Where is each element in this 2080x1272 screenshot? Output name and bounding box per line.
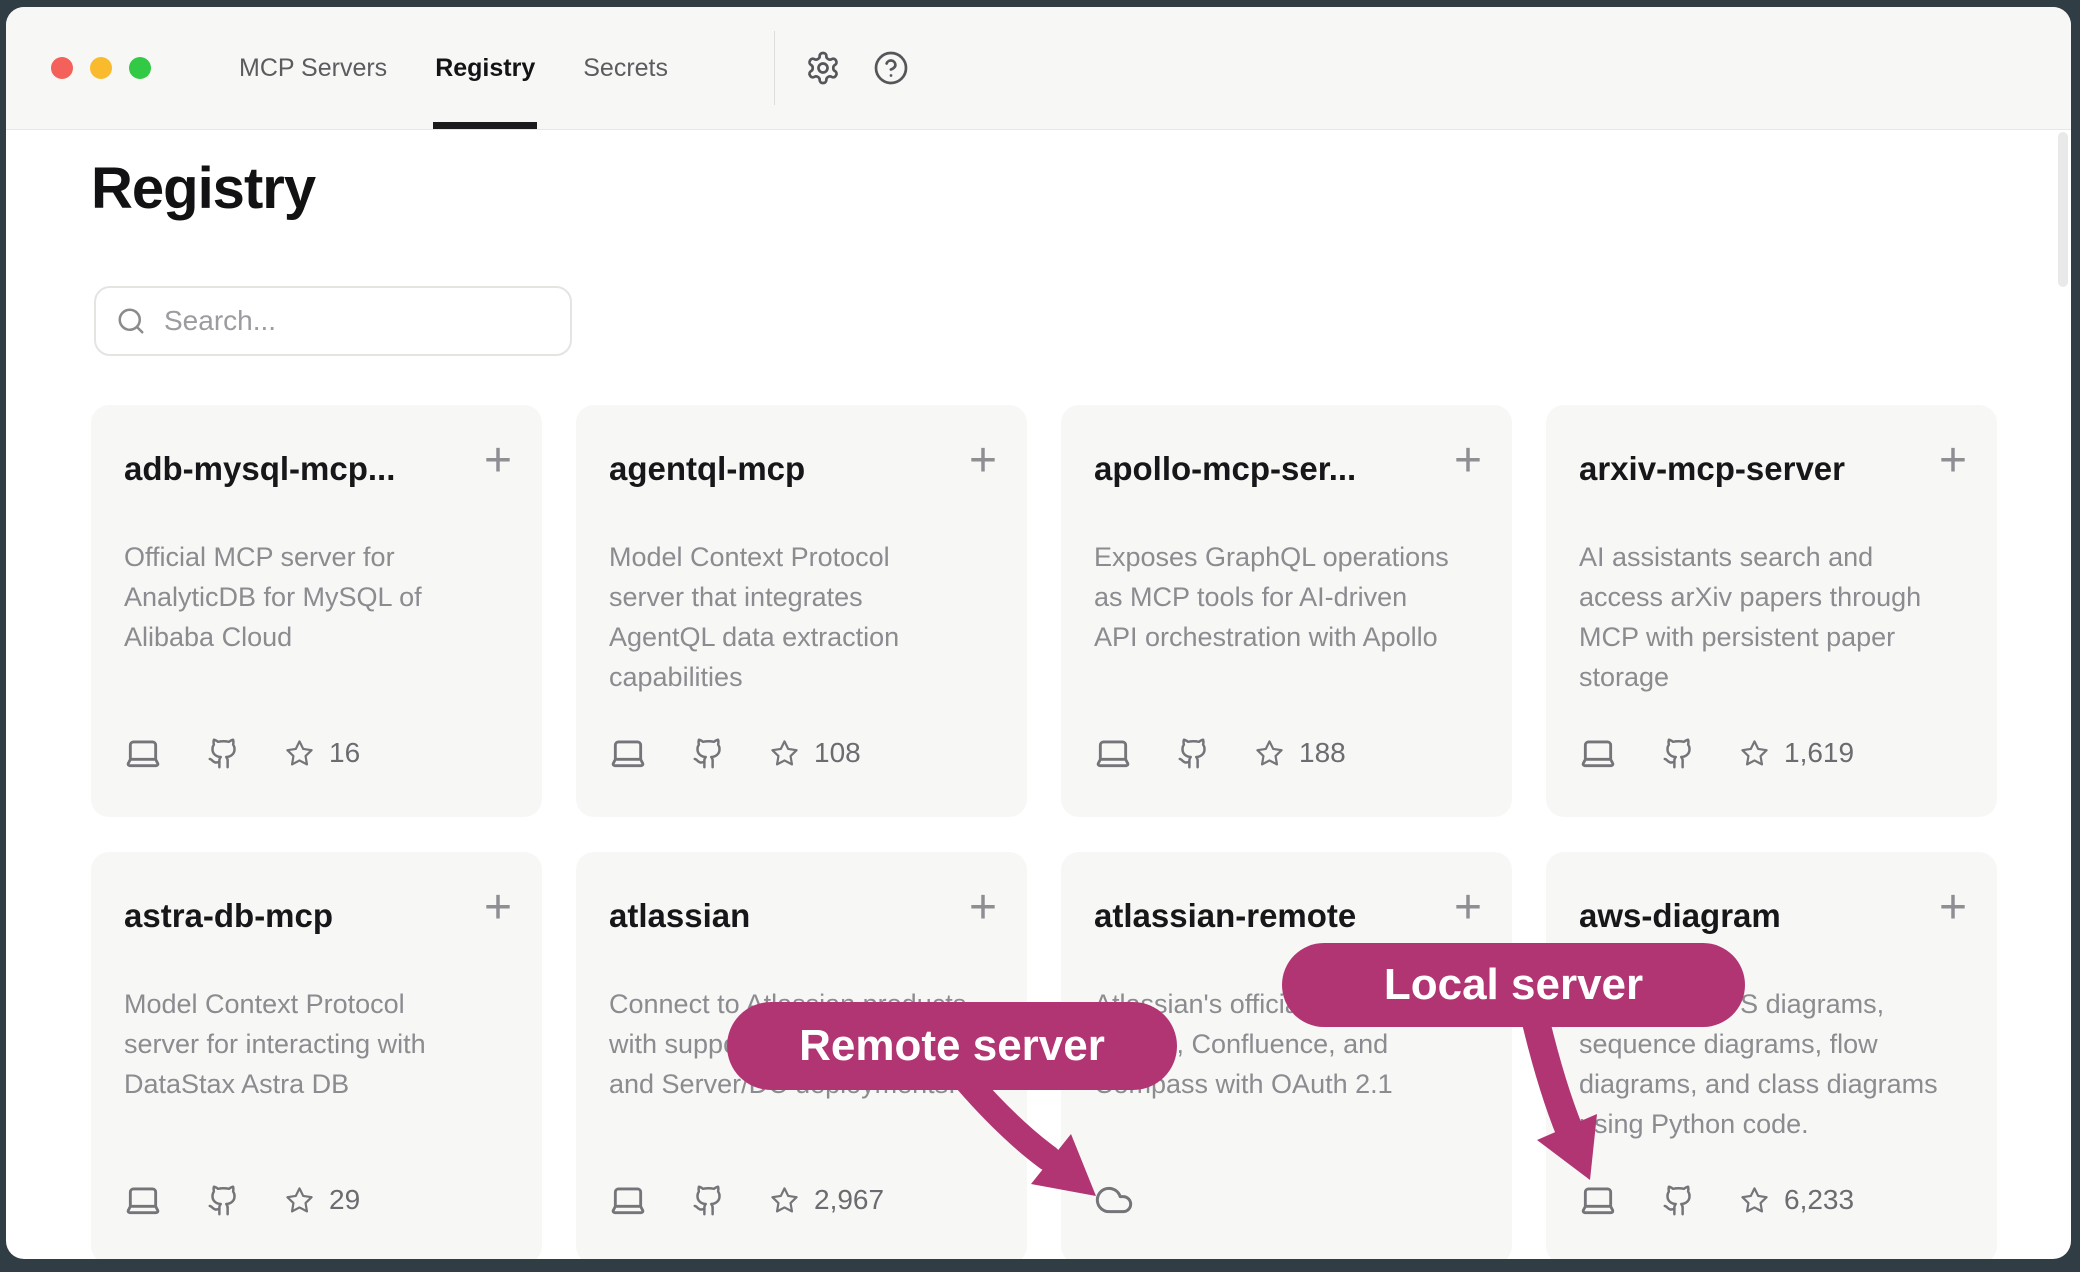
- star-count: 2,967: [814, 1184, 884, 1216]
- cloud-icon: [1094, 1180, 1134, 1220]
- server-card-apollo-mcp-server[interactable]: apollo-mcp-ser... + Exposes GraphQL oper…: [1061, 405, 1512, 817]
- star-icon: [1695, 1186, 1769, 1215]
- server-name: astra-db-mcp: [124, 897, 464, 935]
- server-card-astra-db-mcp[interactable]: astra-db-mcp + Model Context Protocol se…: [91, 852, 542, 1259]
- card-footer: 1,619: [1579, 733, 1854, 773]
- star-icon: [240, 1186, 314, 1215]
- main-tabs: MCP Servers Registry Secrets: [239, 7, 668, 129]
- add-server-button[interactable]: +: [484, 884, 512, 932]
- star-count: 188: [1299, 737, 1346, 769]
- server-name: atlassian: [609, 897, 949, 935]
- server-description: AI assistants search and access arXiv pa…: [1579, 537, 1941, 697]
- remote-server-callout: Remote server: [727, 1002, 1177, 1090]
- server-name: adb-mysql-mcp...: [124, 450, 464, 488]
- card-footer: 6,233: [1579, 1180, 1854, 1220]
- tab-mcp-servers[interactable]: MCP Servers: [239, 7, 387, 129]
- titlebar: MCP Servers Registry Secrets: [6, 7, 2071, 130]
- search-box: [94, 286, 572, 356]
- add-server-button[interactable]: +: [1939, 884, 1967, 932]
- titlebar-divider: [774, 31, 775, 105]
- add-server-button[interactable]: +: [1454, 437, 1482, 485]
- search-input[interactable]: [162, 304, 536, 338]
- server-card-adb-mysql-mcp[interactable]: adb-mysql-mcp... + Official MCP server f…: [91, 405, 542, 817]
- server-description: Model Context Protocol server for intera…: [124, 984, 486, 1104]
- add-server-button[interactable]: +: [484, 437, 512, 485]
- star-icon: [1210, 739, 1284, 768]
- page-title: Registry: [91, 155, 315, 222]
- tab-secrets[interactable]: Secrets: [583, 7, 668, 129]
- server-description: Exposes GraphQL operations as MCP tools …: [1094, 537, 1456, 657]
- github-icon: [162, 737, 240, 770]
- github-icon: [162, 1184, 240, 1217]
- card-footer: 2,967: [609, 1180, 884, 1220]
- star-icon: [1695, 739, 1769, 768]
- github-icon: [1617, 737, 1695, 770]
- card-footer: 16: [124, 733, 360, 773]
- star-count: 16: [329, 737, 360, 769]
- server-card-agentql-mcp[interactable]: agentql-mcp + Model Context Protocol ser…: [576, 405, 1027, 817]
- traffic-lights: [51, 57, 151, 79]
- server-name: arxiv-mcp-server: [1579, 450, 1919, 488]
- card-footer: [1094, 1180, 1134, 1220]
- add-server-button[interactable]: +: [1939, 437, 1967, 485]
- star-icon: [725, 1186, 799, 1215]
- server-card-arxiv-mcp-server[interactable]: arxiv-mcp-server + AI assistants search …: [1546, 405, 1997, 817]
- server-name: agentql-mcp: [609, 450, 949, 488]
- registry-grid: adb-mysql-mcp... + Official MCP server f…: [91, 405, 1997, 1259]
- star-count: 108: [814, 737, 861, 769]
- server-description: Official MCP server for AnalyticDB for M…: [124, 537, 486, 657]
- local-server-callout: Local server: [1282, 943, 1745, 1027]
- close-button[interactable]: [51, 57, 73, 79]
- github-icon: [647, 737, 725, 770]
- star-count: 29: [329, 1184, 360, 1216]
- laptop-icon: [124, 1181, 162, 1219]
- star-count: 6,233: [1784, 1184, 1854, 1216]
- add-server-button[interactable]: +: [1454, 884, 1482, 932]
- server-description: Model Context Protocol server that integ…: [609, 537, 971, 697]
- card-footer: 108: [609, 733, 861, 773]
- card-footer: 188: [1094, 733, 1346, 773]
- github-icon: [1617, 1184, 1695, 1217]
- server-name: atlassian-remote: [1094, 897, 1434, 935]
- laptop-icon: [609, 734, 647, 772]
- help-icon[interactable]: [870, 47, 912, 89]
- github-icon: [1132, 737, 1210, 770]
- zoom-button[interactable]: [129, 57, 151, 79]
- laptop-icon: [1579, 1181, 1617, 1219]
- laptop-icon: [1094, 734, 1132, 772]
- github-icon: [647, 1184, 725, 1217]
- tab-registry[interactable]: Registry: [435, 7, 535, 129]
- server-name: apollo-mcp-ser...: [1094, 450, 1434, 488]
- minimize-button[interactable]: [90, 57, 112, 79]
- star-icon: [725, 739, 799, 768]
- server-card-aws-diagram[interactable]: aws-diagram + Generate AWS diagrams, seq…: [1546, 852, 1997, 1259]
- scrollbar-thumb[interactable]: [2058, 132, 2068, 287]
- laptop-icon: [124, 734, 162, 772]
- settings-gear-icon[interactable]: [802, 47, 844, 89]
- server-name: aws-diagram: [1579, 897, 1919, 935]
- star-count: 1,619: [1784, 737, 1854, 769]
- laptop-icon: [609, 1181, 647, 1219]
- add-server-button[interactable]: +: [969, 884, 997, 932]
- laptop-icon: [1579, 734, 1617, 772]
- star-icon: [240, 739, 314, 768]
- add-server-button[interactable]: +: [969, 437, 997, 485]
- card-footer: 29: [124, 1180, 360, 1220]
- search-icon: [116, 306, 146, 336]
